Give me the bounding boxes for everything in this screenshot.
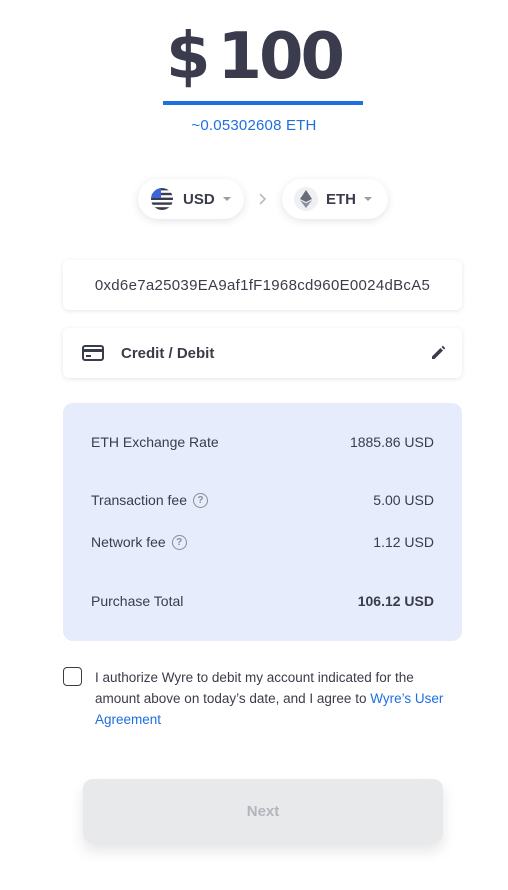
target-currency-label: ETH bbox=[326, 190, 356, 208]
target-currency-select[interactable]: ETH bbox=[282, 179, 388, 219]
amount-display[interactable]: $100 bbox=[0, 18, 508, 96]
network-fee-row: Network fee ? 1.12 USD bbox=[91, 534, 434, 550]
transaction-fee-value: 5.00 USD bbox=[373, 492, 434, 508]
network-fee-label: Network fee bbox=[91, 534, 166, 550]
amount-value: 100 bbox=[217, 20, 345, 94]
consent-statement: I authorize Wyre to debit my account ind… bbox=[95, 670, 414, 706]
network-fee-value: 1.12 USD bbox=[373, 534, 434, 550]
payment-method-label: Credit / Debit bbox=[121, 344, 215, 362]
chevron-right-icon bbox=[259, 193, 267, 205]
purchase-summary: ETH Exchange Rate 1885.86 USD Transactio… bbox=[63, 403, 462, 641]
payment-method-selector[interactable]: Credit / Debit bbox=[63, 328, 462, 378]
pencil-icon[interactable] bbox=[430, 345, 446, 361]
network-fee-label-group: Network fee ? bbox=[91, 534, 187, 550]
source-currency-select[interactable]: USD bbox=[138, 179, 244, 219]
transaction-fee-row: Transaction fee ? 5.00 USD bbox=[91, 492, 434, 508]
source-currency-label: USD bbox=[183, 190, 215, 208]
chevron-down-icon bbox=[364, 197, 372, 201]
us-flag-icon bbox=[151, 188, 173, 210]
help-icon[interactable]: ? bbox=[192, 492, 208, 508]
transaction-fee-label-group: Transaction fee ? bbox=[91, 492, 208, 508]
exchange-rate-row: ETH Exchange Rate 1885.86 USD bbox=[91, 434, 434, 450]
next-button[interactable]: Next bbox=[83, 779, 443, 843]
purchase-total-value: 106.12 USD bbox=[357, 593, 434, 609]
purchase-total-label: Purchase Total bbox=[91, 593, 184, 609]
exchange-rate-value: 1885.86 USD bbox=[349, 434, 434, 450]
eth-estimate: ~0.05302608 ETH bbox=[191, 117, 317, 134]
ethereum-icon bbox=[294, 187, 318, 211]
amount-underline bbox=[163, 101, 363, 105]
chevron-down-icon bbox=[222, 197, 231, 201]
consent-checkbox[interactable] bbox=[63, 667, 82, 686]
transaction-fee-label: Transaction fee bbox=[91, 492, 187, 508]
exchange-rate-label: ETH Exchange Rate bbox=[91, 434, 219, 450]
purchase-total-row: Purchase Total 106.12 USD bbox=[91, 593, 434, 609]
wallet-address-value: 0xd6e7a25039EA9af1fF1968cd960E0024dBcA5 bbox=[94, 276, 431, 294]
wallet-address-field[interactable]: 0xd6e7a25039EA9af1fF1968cd960E0024dBcA5 bbox=[63, 260, 462, 310]
currency-symbol: $ bbox=[165, 20, 210, 94]
help-icon[interactable]: ? bbox=[171, 534, 187, 550]
credit-card-icon bbox=[82, 345, 104, 361]
consent-text: I authorize Wyre to debit my account ind… bbox=[95, 667, 455, 730]
